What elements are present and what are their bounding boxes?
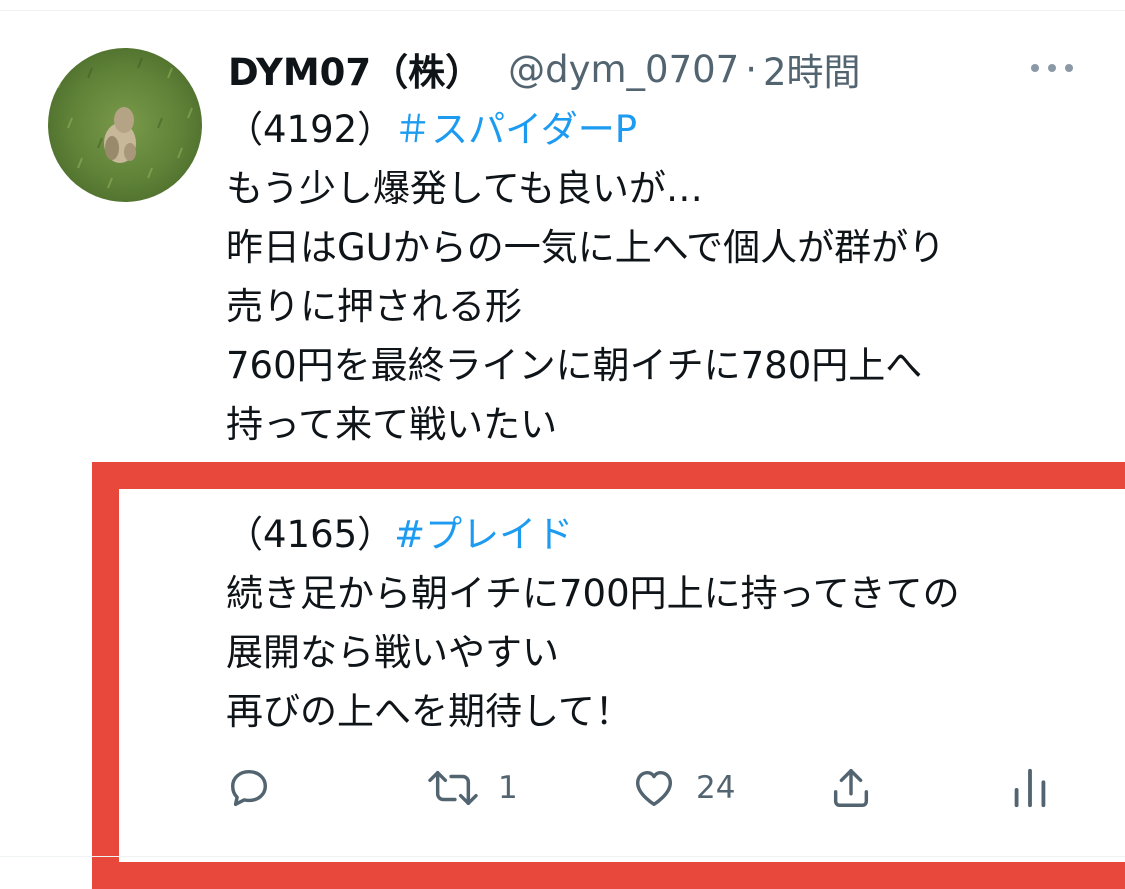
tweet-line: 続き足から朝イチに700円上に持ってきての [226, 572, 960, 615]
bottom-divider [0, 856, 1125, 857]
tweet-text: （4192）＃スパイダーP もう少し爆発しても良いが… 昨日はGUからの一気に上… [226, 100, 945, 454]
tweet-line: （4165）#プレイド [226, 505, 960, 564]
analytics-button[interactable] [1010, 758, 1068, 818]
tweet-line: 売りに押される形 [226, 285, 522, 328]
retweet-icon [428, 770, 478, 806]
more-icon [1031, 64, 1073, 72]
highlighted-tweet-text: （4165）#プレイド 続き足から朝イチに700円上に持ってきての 展開なら戦い… [226, 505, 960, 741]
display-name[interactable]: DYM07（株） [228, 42, 482, 96]
share-icon [833, 769, 869, 807]
heart-icon [635, 770, 673, 807]
analytics-icon [1014, 768, 1046, 808]
timestamp[interactable]: 2時間 [763, 42, 861, 96]
reply-button[interactable] [226, 758, 290, 818]
more-options-button[interactable] [1022, 52, 1082, 84]
tweet-line: もう少し爆発しても良いが… [226, 167, 703, 210]
tweet-line: 持って来て戦いたい [226, 403, 558, 446]
retweet-count: 1 [498, 770, 518, 806]
retweet-button[interactable]: 1 [426, 758, 518, 818]
tweet-line: 760円を最終ラインに朝イチに780円上へ [226, 344, 923, 387]
tweet-header: DYM07（株） @dym_0707 · 2時間 [228, 40, 861, 98]
share-button[interactable] [828, 758, 892, 818]
separator-dot: · [745, 47, 757, 91]
user-handle[interactable]: @dym_0707 [508, 48, 739, 91]
stock-code: （4165） [226, 513, 395, 556]
tweet-line: （4192）＃スパイダーP [226, 100, 945, 159]
hashtag-link[interactable]: #プレイド [394, 513, 573, 556]
tweet-line: 展開なら戦いやすい [226, 631, 559, 674]
tweet-line: 昨日はGUからの一気に上へで個人が群がり [226, 226, 946, 269]
avatar[interactable] [48, 48, 202, 202]
tweet-actions: 1 24 [226, 758, 1066, 818]
stock-code: （4192） [226, 108, 395, 151]
like-button[interactable]: 24 [630, 758, 735, 818]
tweet-line: 再びの上へを期待して！ [226, 690, 632, 733]
reply-icon [230, 769, 268, 807]
top-divider [0, 10, 1125, 11]
hashtag-link[interactable]: ＃スパイダーP [394, 108, 637, 151]
like-count: 24 [696, 770, 736, 806]
